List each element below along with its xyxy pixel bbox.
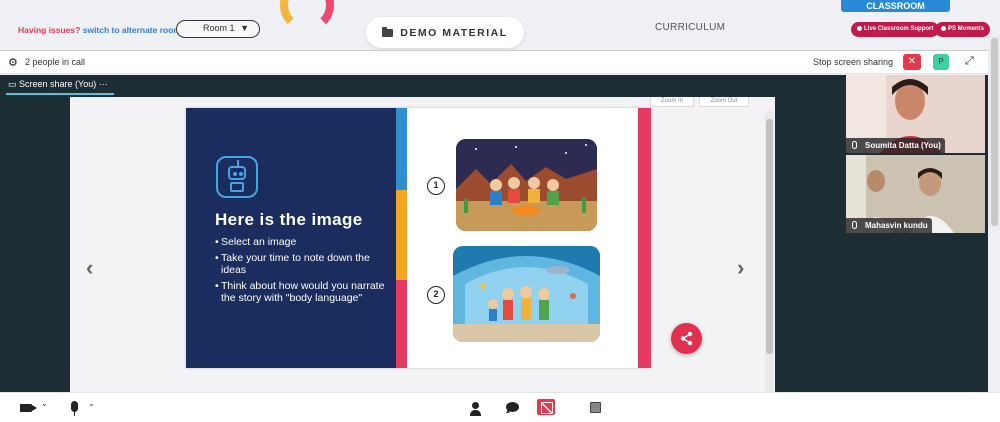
chevron-left-icon[interactable]: ‹: [86, 255, 93, 281]
mic-icon[interactable]: [71, 401, 78, 416]
ps-moments-label: PS Moments: [948, 26, 985, 32]
bullet-item: Think about how would you narrate the st…: [215, 280, 390, 304]
chevron-down-icon[interactable]: ⌄: [88, 399, 95, 408]
campfire-image[interactable]: [456, 139, 597, 231]
gear-icon[interactable]: ⚙: [8, 56, 18, 69]
video-tile[interactable]: Soumita Datta (You): [846, 75, 985, 153]
presenter-label: P: [938, 57, 944, 66]
slide-bullets: Select an image Take your time to note d…: [215, 236, 390, 308]
mic-icon: [852, 141, 857, 149]
room-select[interactable]: Room 1 ▼: [176, 20, 260, 38]
stop-sharing-button[interactable]: ✕: [903, 54, 921, 70]
zoom-out-button[interactable]: Zoom Out: [699, 97, 749, 107]
bullet-item: Select an image: [215, 236, 390, 248]
bullet-item: Take your time to note down the ideas: [215, 252, 390, 276]
page-scrollbar[interactable]: [989, 36, 1000, 226]
slide-panel: Here is the image Select an image Take y…: [186, 108, 396, 368]
bottom-toolbar: ⌄ ⌄: [0, 392, 1000, 422]
robot-icon: [216, 156, 258, 198]
logo-arc: [280, 0, 334, 32]
expand-icon[interactable]: ⤢: [965, 55, 974, 68]
presenter-button[interactable]: P: [933, 54, 949, 70]
demo-material-button[interactable]: DEMO MATERIAL: [366, 17, 524, 48]
screen-share-icon[interactable]: [537, 399, 555, 415]
viewer-scroll-thumb[interactable]: [766, 119, 773, 354]
dropdown-arrow-icon: ▼: [240, 23, 249, 33]
top-bar: Having issues? switch to alternate room …: [0, 0, 1000, 48]
plus-icon: [941, 25, 946, 31]
chevron-down-icon[interactable]: ⌄: [41, 399, 48, 408]
tab-screen-share[interactable]: ▭ Screen share (You) ···: [8, 79, 108, 90]
issue-text: Having issues?: [18, 25, 81, 35]
tab-screen-share-label: Screen share (You): [19, 79, 97, 89]
whiteboard-icon[interactable]: [590, 402, 601, 413]
mic-icon: [852, 221, 857, 229]
participant-name: Mahasvin kundu: [865, 221, 928, 230]
issue-notice: Having issues? switch to alternate room: [18, 25, 181, 35]
ps-moments-button[interactable]: PS Moments: [935, 22, 991, 37]
curriculum-tab[interactable]: CURRICULUM: [655, 22, 725, 33]
participant-name-tag: Soumita Datta (You): [846, 138, 945, 153]
participant-name-tag: Mahasvin kundu: [846, 218, 932, 233]
demo-material-label: DEMO MATERIAL: [400, 26, 508, 39]
aquarium-image[interactable]: [453, 246, 600, 342]
stop-sharing-label: Stop screen sharing: [813, 57, 894, 67]
chevron-right-icon[interactable]: ›: [737, 255, 744, 281]
camera-icon[interactable]: [20, 404, 37, 412]
room-value: Room 1: [203, 23, 235, 33]
participant-name: Soumita Datta (You): [865, 141, 941, 150]
option-number: 1: [427, 177, 445, 195]
share-icon: [680, 331, 693, 346]
people-count: 2 people in call: [25, 57, 86, 67]
video-tile[interactable]: Mahasvin kundu: [846, 155, 985, 233]
tab-menu-icon[interactable]: ···: [99, 79, 108, 89]
classroom-tab[interactable]: CLASSROOM: [841, 0, 950, 12]
folder-icon: [382, 26, 394, 37]
close-icon: ✕: [907, 56, 917, 67]
call-toolbar: ⚙ 2 people in call Stop screen sharing ✕…: [0, 50, 988, 74]
share-button[interactable]: [671, 323, 702, 354]
option-number: 2: [427, 286, 445, 304]
slide: Here is the image Select an image Take y…: [186, 108, 651, 368]
live-support-label: Live Classroom Support: [864, 26, 934, 32]
tab-underline: [6, 93, 114, 95]
alternate-room-link[interactable]: switch to alternate room: [83, 25, 181, 35]
zoom-in-button[interactable]: Zoom In: [650, 97, 694, 107]
page-scroll-thumb[interactable]: [991, 38, 998, 226]
slide-title: Here is the image: [215, 210, 363, 229]
monitor-icon: ▭: [8, 79, 17, 89]
viewer-scrollbar[interactable]: [765, 111, 774, 392]
plus-icon: [857, 25, 862, 31]
chat-icon[interactable]: [506, 402, 519, 412]
live-support-button[interactable]: Live Classroom Support: [851, 22, 940, 37]
